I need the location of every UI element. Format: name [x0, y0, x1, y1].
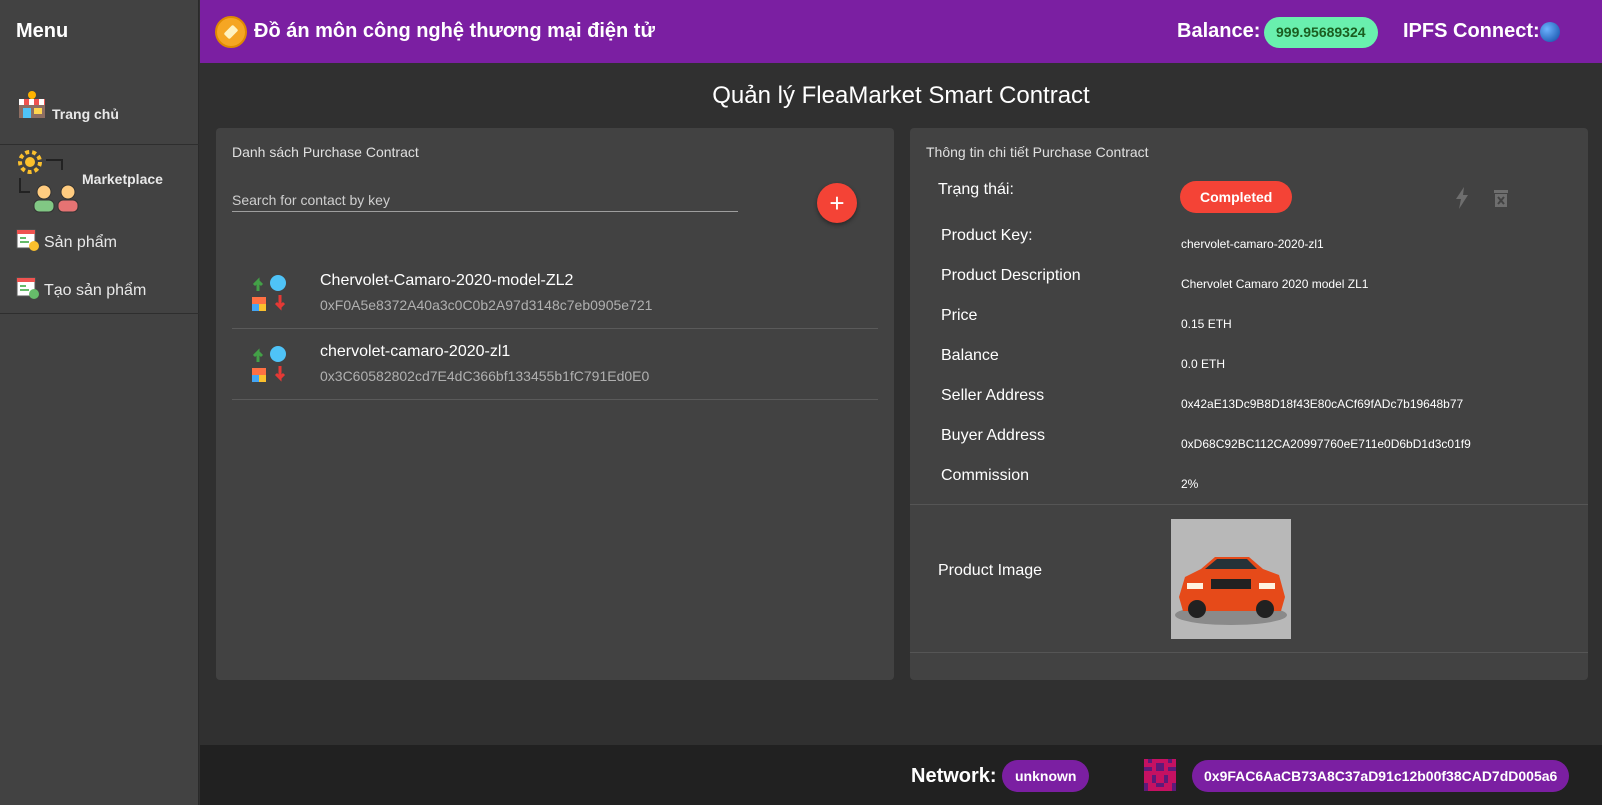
- commission-label: Commission: [941, 467, 1030, 484]
- product-description-value: Chervolet Camaro 2020 model ZL1: [1181, 277, 1369, 291]
- account-identicon-icon: [1144, 759, 1176, 791]
- contract-list-title: Danh sách Purchase Contract: [232, 144, 419, 160]
- contract-address: 0x3C60582802cd7E4dC366bf133455b1fC791Ed0…: [320, 368, 650, 384]
- network-chip: unknown: [1002, 760, 1090, 792]
- ethereum-coin-icon: [215, 16, 247, 48]
- add-contract-button[interactable]: +: [817, 183, 857, 223]
- contract-address: 0xF0A5e8372A40a3c0C0b2A97d3148c7eb0905e7…: [320, 297, 653, 313]
- balance-field-value: 0.0 ETH: [1181, 357, 1226, 371]
- app-title: Đồ án môn công nghệ thương mại điện tử: [254, 20, 655, 42]
- product-image-label: Product Image: [938, 562, 1043, 579]
- contract-swap-icon: [252, 346, 286, 382]
- delete-icon[interactable]: [1493, 188, 1509, 208]
- balance-label: Balance:: [1177, 20, 1261, 42]
- app-header: Đồ án môn công nghệ thương mại điện tử B…: [200, 0, 1602, 63]
- status-label: Trạng thái:: [938, 181, 1014, 198]
- contract-name: Chervolet-Camaro-2020-model-ZL2: [320, 272, 574, 289]
- flash-icon[interactable]: [1453, 186, 1471, 210]
- product-key-value: chervolet-camaro-2020-zl1: [1181, 237, 1324, 251]
- sidebar-item-home[interactable]: Trang chủ: [16, 90, 119, 122]
- status-badge: Completed: [1180, 181, 1293, 213]
- sidebar-item-label: Trang chủ: [52, 106, 119, 122]
- product-image: [1171, 519, 1291, 639]
- app-footer: Network: unknown 0x9FAC6AaCB73A8C37aD91c…: [200, 745, 1602, 805]
- sidebar-group-links: Marketplace Sản phẩm Tạo sản phẩm: [0, 146, 199, 314]
- sidebar-group-home: Trang chủ: [0, 85, 199, 145]
- page-title: Quản lý FleaMarket Smart Contract: [712, 82, 1090, 109]
- contract-detail-title: Thông tin chi tiết Purchase Contract: [926, 144, 1149, 160]
- ipfs-label: IPFS Connect:: [1403, 20, 1540, 42]
- buyer-address-label: Buyer Address: [941, 427, 1046, 444]
- product-key-label: Product Key:: [941, 227, 1033, 244]
- seller-address-label: Seller Address: [941, 387, 1045, 404]
- search-input[interactable]: [232, 188, 738, 212]
- contract-swap-icon: [252, 275, 286, 311]
- commission-value: 2%: [1181, 477, 1199, 491]
- account-address-chip[interactable]: 0x9FAC6AaCB73A8C37aD91c12b00f38CAD7dD005…: [1192, 760, 1570, 792]
- sidebar-item-label: Tạo sản phẩm: [44, 282, 147, 299]
- balance-chip: 999.95689324: [1264, 17, 1378, 48]
- list-item[interactable]: Chervolet-Camaro-2020-model-ZL2 0xF0A5e8…: [232, 258, 878, 329]
- list-item[interactable]: chervolet-camaro-2020-zl1 0x3C60582802cd…: [232, 329, 878, 400]
- divider: [910, 504, 1588, 505]
- buyer-address-value: 0xD68C92BC112CA20997760eE711e0D6bD1d3c01…: [1181, 437, 1471, 451]
- car-photo: [1171, 519, 1291, 639]
- products-icon: [16, 229, 39, 251]
- ipfs-status-icon: [1540, 22, 1560, 42]
- seller-address-value: 0x42aE13Dc9B8D18f43E80cACf69fADc7b19648b…: [1181, 397, 1464, 411]
- contract-list-card: Danh sách Purchase Contract + Chervolet-…: [216, 128, 894, 680]
- sidebar-item-marketplace[interactable]: Marketplace: [16, 148, 163, 214]
- sidebar: Menu Trang chủ Marketplace Sản phẩm Tạo …: [0, 0, 199, 805]
- product-description-label: Product Description: [941, 267, 1081, 284]
- store-icon: [19, 91, 45, 118]
- sidebar-item-label: Sản phẩm: [44, 234, 117, 251]
- sidebar-item-create-product[interactable]: Tạo sản phẩm: [16, 276, 146, 300]
- divider: [910, 652, 1588, 653]
- sidebar-item-products[interactable]: Sản phẩm: [16, 228, 117, 252]
- marketplace-people-icon: [18, 150, 79, 213]
- create-product-icon: [16, 277, 39, 299]
- contract-detail-card: Thông tin chi tiết Purchase Contract Trạ…: [910, 128, 1588, 680]
- balance-field-label: Balance: [941, 347, 999, 364]
- price-label: Price: [941, 307, 978, 324]
- price-value: 0.15 ETH: [1181, 317, 1232, 331]
- sidebar-item-label: Marketplace: [82, 171, 163, 187]
- contract-name: chervolet-camaro-2020-zl1: [320, 343, 511, 360]
- menu-title: Menu: [16, 20, 69, 42]
- network-label: Network:: [911, 765, 997, 787]
